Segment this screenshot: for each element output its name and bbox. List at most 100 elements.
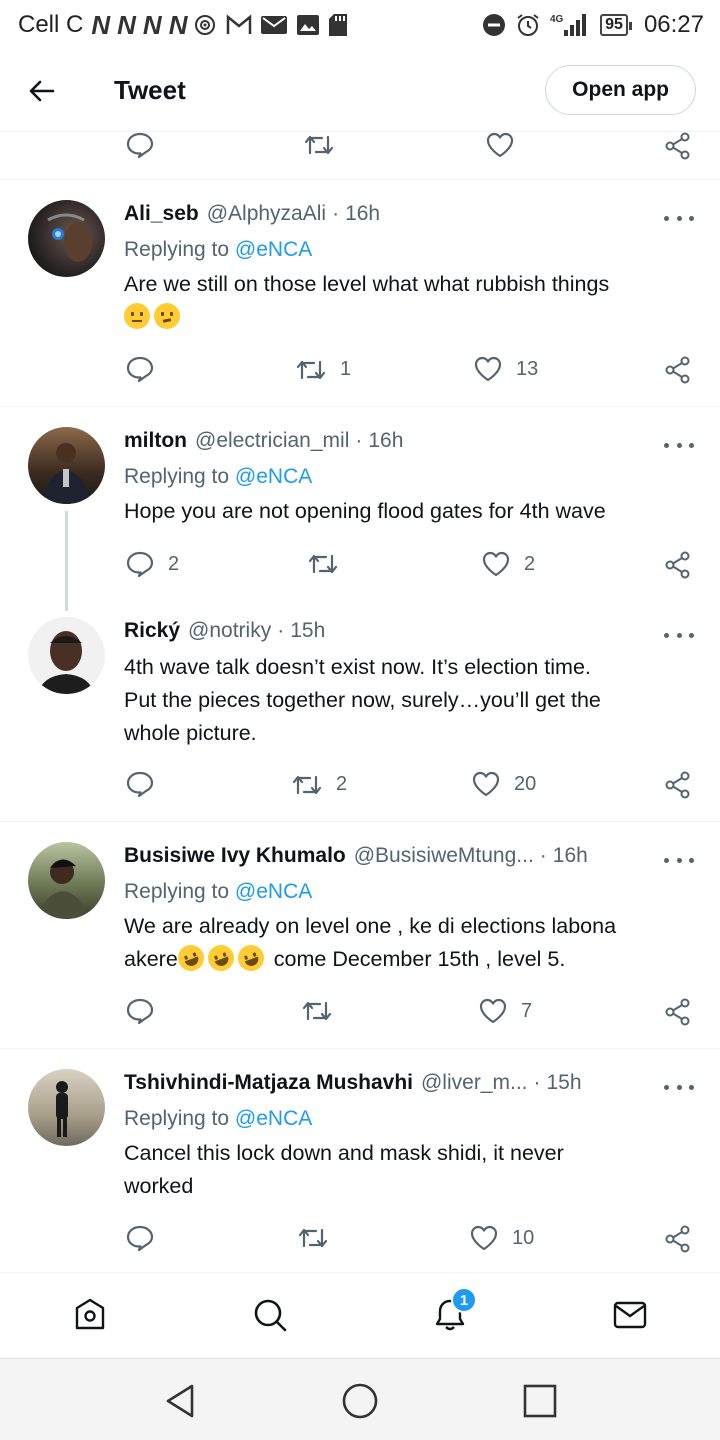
alarm-icon: [516, 13, 540, 37]
share-button[interactable]: [664, 998, 692, 1026]
back-button[interactable]: [14, 63, 70, 119]
separator-dot: ·: [533, 1071, 541, 1094]
mention-link[interactable]: @eNCA: [235, 880, 312, 903]
tweet-text: Hope you are not opening flood gates for…: [124, 499, 606, 523]
hotspot-icon: [194, 13, 218, 37]
tweet[interactable]: milton @electrician_mil · 16h Replying t…: [0, 407, 720, 611]
replies-feed: Ali_seb @AlphyzaAli · 16h Replying to @e…: [0, 132, 720, 1274]
tweet[interactable]: Rický @notriky · 15h 4th wave talk doesn…: [0, 603, 720, 822]
author-handle[interactable]: @liver_m...: [421, 1071, 528, 1095]
system-back-button[interactable]: [160, 1381, 200, 1421]
mention-link[interactable]: @eNCA: [235, 238, 312, 261]
reply-button[interactable]: [126, 132, 154, 158]
author-name[interactable]: Ali_seb: [124, 202, 199, 226]
like-button[interactable]: 13: [474, 356, 538, 382]
tweet[interactable]: Ali_seb @AlphyzaAli · 16h Replying to @e…: [0, 180, 720, 407]
author-name[interactable]: milton: [124, 429, 187, 453]
heart-icon: [470, 1225, 498, 1251]
tweet-time[interactable]: 15h: [546, 1071, 581, 1095]
home-circle-icon: [342, 1383, 378, 1419]
author-handle[interactable]: @BusisiweMtung...: [354, 844, 534, 868]
more-options-button[interactable]: [664, 625, 694, 645]
reply-button[interactable]: [126, 771, 154, 797]
rofl-emoji: [174, 941, 208, 975]
separator-dot: ·: [539, 844, 547, 867]
author-name[interactable]: Tshivhindi-Matjaza Mushavhi: [124, 1071, 413, 1095]
reply-icon: [126, 551, 154, 577]
more-options-button[interactable]: [664, 208, 694, 228]
author-name[interactable]: Rický: [124, 619, 180, 643]
avatar[interactable]: [28, 200, 105, 277]
svg-text:4G: 4G: [550, 14, 564, 25]
retweet-button[interactable]: [302, 1000, 332, 1022]
reply-icon: [126, 132, 154, 158]
author-name[interactable]: Busisiwe Ivy Khumalo: [124, 844, 346, 868]
tweet-header: milton @electrician_mil · 16h: [124, 429, 696, 453]
system-recents-button[interactable]: [520, 1381, 560, 1421]
system-home-button[interactable]: [340, 1381, 380, 1421]
mail-icon: [260, 14, 288, 36]
replying-to: Replying to @eNCA: [124, 465, 312, 489]
open-app-button[interactable]: Open app: [545, 65, 696, 115]
retweet-button[interactable]: [308, 553, 338, 575]
tweet-time[interactable]: 15h: [290, 619, 325, 643]
author-handle[interactable]: @notriky: [188, 619, 271, 643]
search-icon: [254, 1299, 287, 1332]
share-button[interactable]: [664, 1225, 692, 1253]
tweet-time[interactable]: 16h: [345, 202, 380, 226]
notification-badge: 1: [451, 1287, 477, 1313]
retweet-icon: [292, 775, 322, 794]
reply-button[interactable]: 2: [126, 551, 179, 577]
retweet-button[interactable]: [304, 134, 334, 156]
avatar[interactable]: [28, 1069, 105, 1146]
like-button[interactable]: 10: [470, 1225, 534, 1251]
retweet-button[interactable]: 1: [296, 358, 351, 381]
tweet-text-line: Put the pieces together now, surely…you’…: [124, 688, 601, 712]
avatar[interactable]: [28, 427, 105, 504]
mention-link[interactable]: @eNCA: [235, 1107, 312, 1130]
more-options-button[interactable]: [664, 1077, 694, 1097]
like-count: 2: [524, 552, 536, 575]
reply-button[interactable]: [126, 1225, 154, 1251]
author-handle[interactable]: @AlphyzaAli: [207, 202, 326, 226]
nav-home[interactable]: [70, 1295, 110, 1335]
tweet-text: 4th wave talk doesn’t exist now. It’s el…: [124, 651, 680, 750]
reply-button[interactable]: [126, 998, 154, 1024]
network-n-icon: N: [91, 9, 110, 40]
share-button[interactable]: [664, 551, 692, 579]
reply-button[interactable]: [126, 356, 154, 382]
tweet[interactable]: Busisiwe Ivy Khumalo @BusisiweMtung... ·…: [0, 822, 720, 1049]
avatar[interactable]: [28, 842, 105, 919]
replying-to: Replying to @eNCA: [124, 880, 312, 904]
tweet-text-line: worked: [124, 1174, 194, 1198]
messages-icon: [613, 1301, 647, 1329]
tweet-time[interactable]: 16h: [553, 844, 588, 868]
share-icon: [665, 771, 690, 799]
tweet[interactable]: Tshivhindi-Matjaza Mushavhi @liver_m... …: [0, 1049, 720, 1274]
like-button[interactable]: 2: [482, 551, 535, 577]
share-button[interactable]: [664, 132, 692, 160]
nav-messages[interactable]: [610, 1295, 650, 1335]
mention-link[interactable]: @eNCA: [235, 465, 312, 488]
separator-dot: ·: [332, 202, 340, 225]
thread-connector: [65, 511, 68, 611]
more-options-button[interactable]: [664, 435, 694, 455]
author-handle[interactable]: @electrician_mil: [195, 429, 349, 453]
like-button[interactable]: [486, 132, 514, 158]
share-button[interactable]: [664, 356, 692, 384]
more-options-button[interactable]: [664, 850, 694, 870]
like-count: 10: [512, 1226, 535, 1249]
share-button[interactable]: [664, 771, 692, 799]
retweet-button[interactable]: 2: [292, 773, 347, 796]
like-button[interactable]: 20: [472, 771, 536, 797]
gmail-icon: [226, 14, 252, 36]
rofl-emoji: [204, 941, 238, 975]
like-button[interactable]: 7: [479, 998, 532, 1024]
retweet-icon: [302, 1001, 332, 1021]
retweet-button[interactable]: [298, 1227, 328, 1249]
tweet-text-line: whole picture.: [124, 721, 257, 745]
tweet-time[interactable]: 16h: [368, 429, 403, 453]
nav-search[interactable]: [250, 1295, 290, 1335]
avatar[interactable]: [28, 617, 105, 694]
separator-dot: ·: [355, 429, 363, 452]
